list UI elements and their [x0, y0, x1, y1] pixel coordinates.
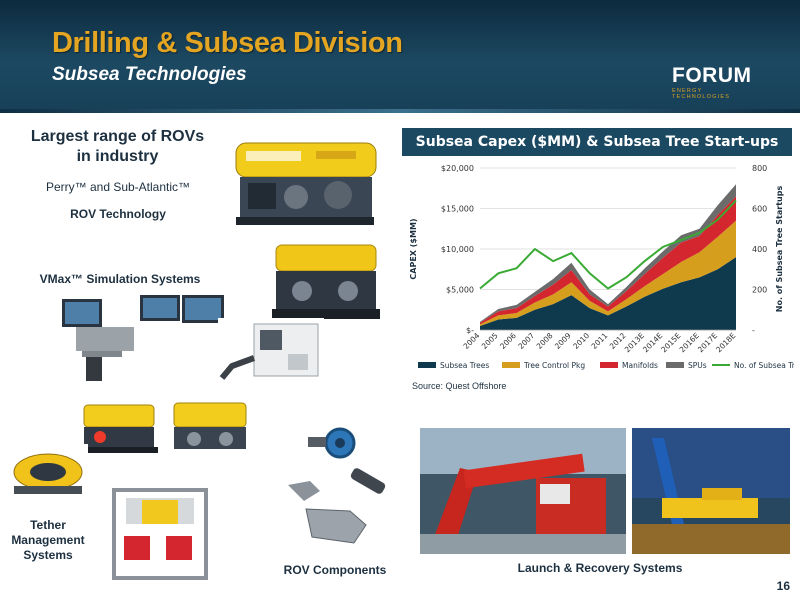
legend-swatch	[502, 362, 520, 368]
legend-label: Subsea Trees	[440, 361, 489, 370]
legend-swatch	[418, 362, 436, 368]
forum-logo: FORUM ENERGY TECHNOLOGIES	[672, 64, 762, 100]
rov-components-label: ROV Components	[283, 563, 387, 577]
page-subtitle: Subsea Technologies	[52, 64, 247, 85]
largest-range-heading: Largest range of ROVs in industry	[30, 128, 205, 165]
x-tick-label: 2018E	[714, 331, 737, 354]
chart-source-note: Source: Quest Offshore	[412, 381, 507, 391]
legend-swatch	[600, 362, 618, 368]
y-tick-label: $10,000	[441, 245, 474, 254]
legend-label: Manifolds	[622, 361, 658, 370]
x-tick-label: 2004	[462, 331, 482, 351]
rov-photo-white	[218, 318, 324, 388]
rov-photo-large	[226, 125, 384, 235]
vmax-simulation-label: VMax™ Simulation Systems	[39, 272, 201, 286]
logo-tagline: ENERGY TECHNOLOGIES	[672, 88, 731, 100]
tms-frame-photo	[106, 484, 214, 584]
x-tick-label: 2009	[553, 331, 573, 351]
page-number: 16	[776, 579, 790, 593]
rov-components-photo	[280, 425, 392, 555]
rov-technology-text: ROV Technology	[70, 207, 166, 221]
legend-label: Tree Control Pkg	[523, 361, 585, 370]
x-tick-label: 2007	[516, 331, 536, 351]
x-tick-label: 2005	[480, 331, 500, 351]
logo-wordmark: FORUM	[672, 64, 752, 87]
y2-tick-label: -	[752, 326, 755, 335]
legend-label: SPUs	[688, 361, 707, 370]
y-tick-label: $20,000	[441, 164, 474, 173]
rov-photo-yellow	[262, 237, 392, 329]
rov-photo-small-2	[164, 397, 256, 461]
y2-tick-label: 400	[752, 245, 767, 254]
header-banner: Drilling & Subsea Division Subsea Techno…	[0, 0, 800, 113]
x-tick-label: 2011	[590, 331, 610, 351]
y2-tick-label: 600	[752, 205, 767, 214]
y-tick-label: $5,000	[446, 286, 474, 295]
launch-ship-photo	[632, 428, 790, 554]
y-tick-label: $15,000	[441, 205, 474, 214]
vmax-console-photo	[62, 293, 224, 383]
legend-label: No. of Subsea Trees	[734, 361, 794, 370]
launch-recovery-label: Launch & Recovery Systems	[517, 561, 683, 575]
x-tick-label: 2006	[498, 331, 518, 351]
tether-tms-photo	[8, 444, 88, 502]
subsea-capex-chart: $- -$5,000 200$10,000 400$15,000 600$20,000 8…	[409, 164, 794, 370]
launch-crane-photo	[420, 428, 626, 554]
legend-swatch	[666, 362, 684, 368]
y2-tick-label: 200	[752, 286, 767, 295]
y2-axis-title: No. of Subsea Tree Startups	[775, 186, 784, 313]
rov-photo-small-1	[76, 397, 162, 459]
tether-management-label: Tether Management Systems	[11, 518, 85, 562]
x-tick-label: 2008	[535, 331, 555, 351]
chart-title-banner: Subsea Capex ($MM) & Subsea Tree Start-u…	[402, 128, 792, 156]
y2-tick-label: 800	[752, 164, 767, 173]
page-title: Drilling & Subsea Division	[52, 27, 403, 59]
y-axis-title: CAPEX ($MM)	[409, 218, 418, 279]
x-tick-label: 2010	[571, 331, 591, 351]
perry-subatlantic-text: Perry™ and Sub-Atlantic™	[45, 180, 191, 194]
